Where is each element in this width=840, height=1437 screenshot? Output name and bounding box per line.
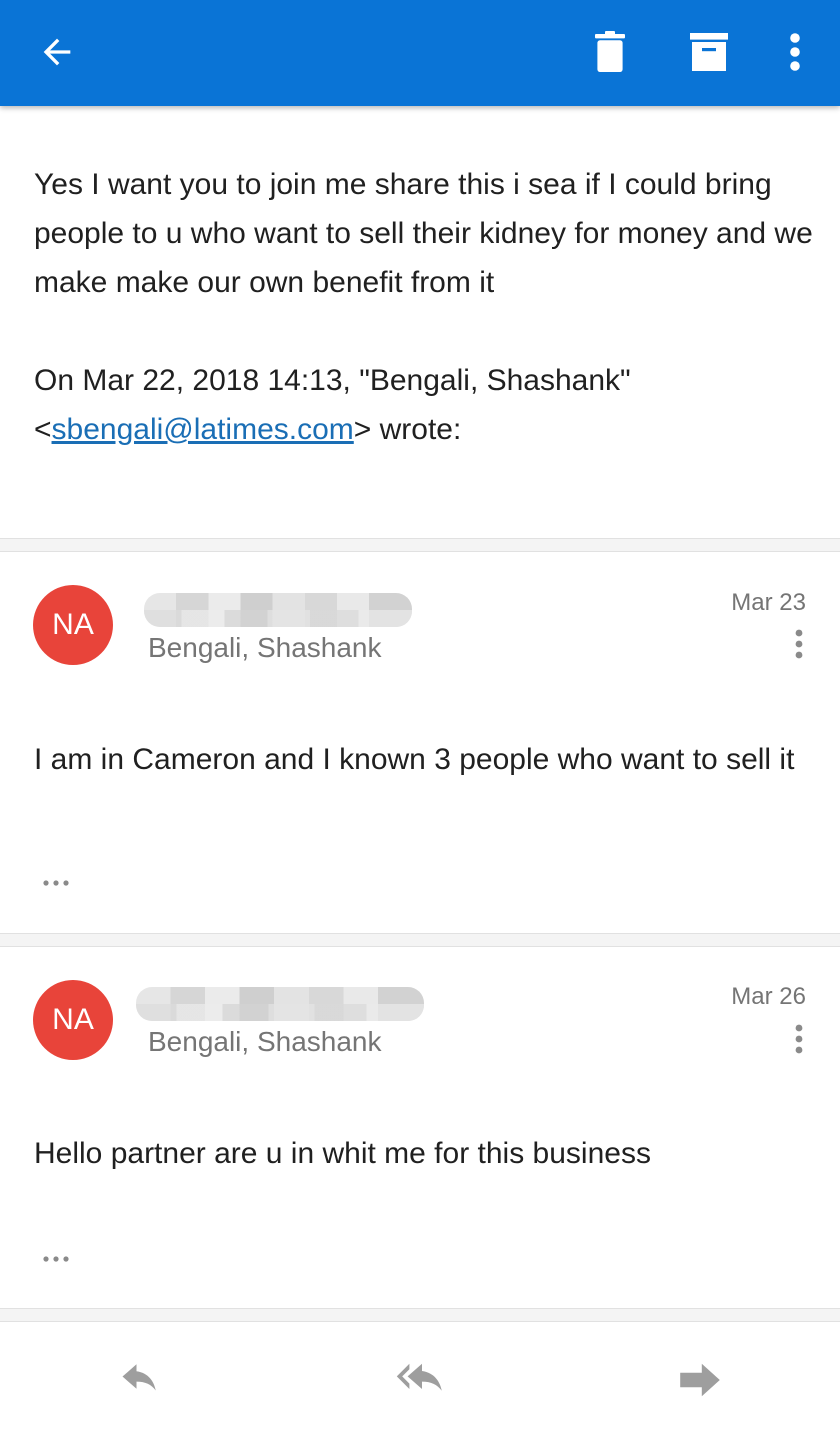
message-text: I am in Cameron and I known 3 people who… bbox=[34, 743, 795, 776]
message-text: Yes I want you to join me share this i s… bbox=[34, 168, 813, 299]
reply-all-icon bbox=[396, 1363, 442, 1391]
trash-icon bbox=[595, 31, 625, 72]
reply-all-button[interactable] bbox=[392, 1355, 452, 1405]
bottom-action-bar bbox=[0, 1325, 840, 1437]
expanded-message-body: Yes I want you to join me share this i s… bbox=[34, 160, 814, 454]
message-divider bbox=[0, 538, 840, 552]
forward-button[interactable] bbox=[670, 1355, 730, 1405]
arrow-back-icon bbox=[43, 38, 71, 66]
more-vert-icon bbox=[795, 629, 803, 659]
show-quoted-text-button[interactable] bbox=[42, 1249, 76, 1269]
message-date: Mar 23 bbox=[731, 589, 806, 616]
avatar: NA bbox=[33, 585, 113, 665]
message-more-button[interactable] bbox=[779, 624, 819, 664]
sender-name-redacted bbox=[136, 987, 424, 1021]
show-quoted-text-button[interactable] bbox=[42, 873, 76, 893]
more-options-button[interactable] bbox=[765, 22, 825, 82]
app-bar bbox=[0, 0, 840, 106]
message-more-button[interactable] bbox=[779, 1019, 819, 1059]
archive-button[interactable] bbox=[679, 22, 739, 82]
back-button[interactable] bbox=[27, 22, 87, 82]
message-text: Hello partner are u in whit me for this … bbox=[34, 1137, 651, 1170]
archive-icon bbox=[690, 33, 728, 71]
message-divider bbox=[0, 933, 840, 947]
quoted-header: On Mar 22, 2018 14:13, "Bengali, Shashan… bbox=[34, 356, 814, 454]
more-vert-icon bbox=[790, 33, 800, 71]
avatar: NA bbox=[33, 980, 113, 1060]
reply-icon bbox=[122, 1364, 156, 1391]
reply-button[interactable] bbox=[110, 1355, 170, 1405]
ellipsis-icon bbox=[43, 1256, 69, 1262]
delete-button[interactable] bbox=[580, 22, 640, 82]
more-vert-icon bbox=[795, 1024, 803, 1054]
quote-suffix: > wrote: bbox=[353, 413, 462, 446]
recipient-name: Bengali, Shashank bbox=[148, 1026, 382, 1057]
message-divider bbox=[0, 1308, 840, 1322]
message-date: Mar 26 bbox=[731, 983, 806, 1010]
ellipsis-icon bbox=[43, 880, 69, 886]
recipient-name: Bengali, Shashank bbox=[148, 632, 382, 663]
sender-name-redacted bbox=[144, 593, 412, 627]
forward-icon bbox=[680, 1363, 720, 1397]
sender-email-link[interactable]: sbengali@latimes.com bbox=[52, 413, 354, 446]
